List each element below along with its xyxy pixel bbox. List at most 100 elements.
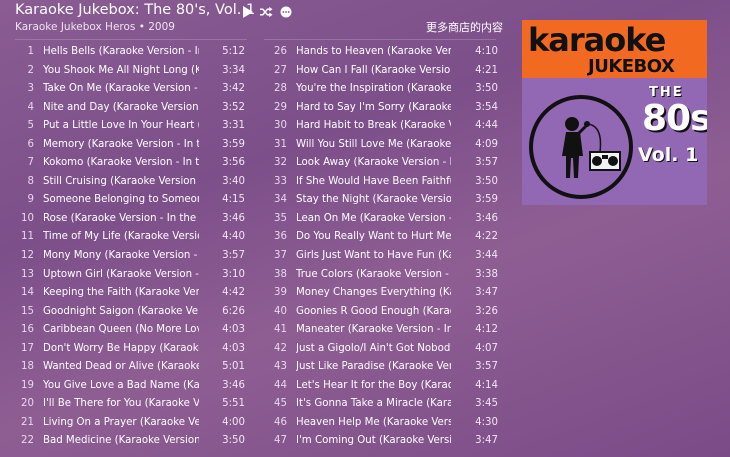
- track-name: Nite and Day (Karaoke Version -...: [43, 101, 199, 113]
- track-row[interactable]: 19 You Give Love a Bad Name (Kara... 3:46: [13, 380, 253, 399]
- track-duration: 3:50: [475, 175, 498, 187]
- track-row[interactable]: 38 True Colors (Karaoke Version - In... 3:…: [265, 269, 505, 288]
- track-row[interactable]: 12 Mony Mony (Karaoke Version - I... 3:57: [13, 250, 253, 269]
- album-cover[interactable]: karaoke JUKEBOX THE 80s Vol. 1: [522, 20, 707, 205]
- track-row[interactable]: 32 Look Away (Karaoke Version - In... 3:57: [265, 157, 505, 176]
- track-number: 47: [274, 435, 287, 447]
- track-number: 9: [27, 194, 34, 206]
- track-duration: 3:38: [475, 268, 498, 280]
- track-row[interactable]: 34 Stay the Night (Karaoke Version... 3:59: [265, 194, 505, 213]
- track-row[interactable]: 13 Uptown Girl (Karaoke Version - I... 3:1…: [13, 269, 253, 288]
- track-list-right: 26Hands to Heaven (Karaoke Versi...4:102…: [265, 46, 505, 454]
- album-title: Karaoke Jukebox: The 80's, Vol. 1: [15, 2, 256, 18]
- track-duration: 4:30: [475, 416, 498, 428]
- track-duration: 3:52: [222, 101, 245, 113]
- track-row[interactable]: 31 Will You Still Love Me (Karaoke V... 4:…: [265, 139, 505, 158]
- track-duration: 4:09: [475, 138, 498, 150]
- more-icon[interactable]: [279, 5, 292, 18]
- track-number: 11: [21, 231, 34, 243]
- track-number: 10: [21, 212, 34, 224]
- track-duration: 3:56: [222, 157, 245, 169]
- track-duration: 3:57: [475, 361, 498, 373]
- track-number: 32: [274, 157, 287, 169]
- track-number: 31: [274, 138, 287, 150]
- track-duration: 3:31: [222, 120, 245, 132]
- track-name: I'll Be There for You (Karaoke Ver...: [43, 398, 199, 410]
- track-row[interactable]: 29 Hard to Say I'm Sorry (Karaoke V... 3:5…: [265, 102, 505, 121]
- track-number: 19: [21, 379, 34, 391]
- track-row[interactable]: 37 Girls Just Want to Have Fun (Kar... 3:4…: [265, 250, 505, 269]
- track-row[interactable]: 43 Just Like Paradise (Karaoke Versi... 3:…: [265, 361, 505, 380]
- track-name: Still Cruising (Karaoke Version - I...: [43, 175, 199, 187]
- track-row[interactable]: 26 Hands to Heaven (Karaoke Versi... 4:10: [265, 46, 505, 65]
- track-row[interactable]: 8 Still Cruising (Karaoke Version - I... 3…: [13, 176, 253, 195]
- track-row[interactable]: 10 Rose (Karaoke Version - In the St... 3:…: [13, 213, 253, 232]
- track-duration: 3:57: [475, 157, 498, 169]
- track-duration: 4:14: [475, 379, 498, 391]
- track-duration: 4:42: [222, 287, 245, 299]
- track-row[interactable]: 44 Let's Hear It for the Boy (Karaoke... 4…: [265, 380, 505, 399]
- track-row[interactable]: 42 Just a Gigolo/I Ain't Got Nobody... 4:0…: [265, 343, 505, 362]
- track-row[interactable]: 45 It's Gonna Take a Miracle (Karao... 3:4…: [265, 398, 505, 417]
- track-number: 22: [21, 435, 34, 447]
- track-number: 12: [21, 250, 34, 262]
- track-duration: 3:46: [222, 212, 245, 224]
- track-row[interactable]: 14 Keeping the Faith (Karaoke Versi... 4:4…: [13, 287, 253, 306]
- track-row[interactable]: 15 Goodnight Saigon (Karaoke Versi... 6:26: [13, 306, 253, 325]
- more-store-content-link[interactable]: 更多商店的内容: [426, 19, 503, 35]
- track-row[interactable]: 28 You're the Inspiration (Karaoke V... 3:…: [265, 83, 505, 102]
- track-duration: 4:00: [222, 416, 245, 428]
- track-row[interactable]: 2 You Shook Me All Night Long (K... 3:34: [13, 65, 253, 84]
- track-number: 33: [274, 175, 287, 187]
- track-number: 43: [274, 361, 287, 373]
- track-name: Mony Mony (Karaoke Version - I...: [43, 250, 199, 262]
- track-row[interactable]: 39 Money Changes Everything (Kara... 3:47: [265, 287, 505, 306]
- cover-volume: Vol. 1: [638, 144, 699, 166]
- track-row[interactable]: 27 How Can I Fall (Karaoke Version... 4:21: [265, 65, 505, 84]
- track-name: You Shook Me All Night Long (K...: [43, 64, 199, 76]
- track-row[interactable]: 16 Caribbean Queen (No More Love... 4:03: [13, 324, 253, 343]
- track-duration: 4:44: [475, 120, 498, 132]
- track-row[interactable]: 36 Do You Really Want to Hurt Me (... 4:22: [265, 231, 505, 250]
- track-row[interactable]: 7 Kokomo (Karaoke Version - In th... 3:56: [13, 157, 253, 176]
- track-row[interactable]: 9 Someone Belonging to Someone... 4:15: [13, 194, 253, 213]
- track-row[interactable]: 22 Bad Medicine (Karaoke Version -... 3:50: [13, 435, 253, 454]
- track-number: 4: [27, 101, 34, 113]
- divider-left: [15, 39, 247, 40]
- track-duration: 3:46: [475, 212, 498, 224]
- track-row[interactable]: 40 Goonies R Good Enough (Karaok... 3:26: [265, 306, 505, 325]
- track-name: Hands to Heaven (Karaoke Versi...: [296, 46, 451, 57]
- track-name: It's Gonna Take a Miracle (Karao...: [296, 398, 451, 410]
- track-row[interactable]: 47 I'm Coming Out (Karaoke Versio... 3:47: [265, 435, 505, 454]
- track-duration: 4:40: [222, 231, 245, 243]
- cover-word-80s: 80s: [642, 98, 707, 139]
- track-name: Someone Belonging to Someone...: [43, 194, 199, 206]
- track-row[interactable]: 6 Memory (Karaoke Version - In th... 3:59: [13, 139, 253, 158]
- track-row[interactable]: 21 Living On a Prayer (Karaoke Versi... 4:…: [13, 417, 253, 436]
- track-name: Maneater (Karaoke Version - In t...: [296, 324, 451, 336]
- track-row[interactable]: 5 Put a Little Love In Your Heart (K... 3:…: [13, 120, 253, 139]
- track-duration: 4:03: [222, 342, 245, 354]
- track-row[interactable]: 30 Hard Habit to Break (Karaoke Ve... 4:44: [265, 120, 505, 139]
- track-number: 7: [27, 157, 34, 169]
- track-row[interactable]: 4 Nite and Day (Karaoke Version -... 3:52: [13, 102, 253, 121]
- play-icon[interactable]: [241, 5, 254, 18]
- track-name: Rose (Karaoke Version - In the St...: [43, 212, 199, 224]
- track-name: Stay the Night (Karaoke Version...: [296, 194, 451, 206]
- track-name: Uptown Girl (Karaoke Version - I...: [43, 268, 199, 280]
- shuffle-icon[interactable]: [260, 5, 273, 18]
- track-row[interactable]: 41 Maneater (Karaoke Version - In t... 4:1…: [265, 324, 505, 343]
- track-number: 21: [21, 416, 34, 428]
- track-row[interactable]: 20 I'll Be There for You (Karaoke Ver... 5…: [13, 398, 253, 417]
- track-row[interactable]: 17 Don't Worry Be Happy (Karaoke... 4:03: [13, 343, 253, 362]
- track-row[interactable]: 1 Hells Bells (Karaoke Version - In t... 5…: [13, 46, 253, 65]
- track-row[interactable]: 3 Take On Me (Karaoke Version - I... 3:42: [13, 83, 253, 102]
- track-number: 34: [274, 194, 287, 206]
- track-row[interactable]: 11 Time of My Life (Karaoke Version... 4:4…: [13, 231, 253, 250]
- track-name: Just a Gigolo/I Ain't Got Nobody...: [296, 342, 451, 354]
- track-row[interactable]: 33 If She Would Have Been Faithful... 3:50: [265, 176, 505, 195]
- track-row[interactable]: 35 Lean On Me (Karaoke Version - I... 3:46: [265, 213, 505, 232]
- track-row[interactable]: 46 Heaven Help Me (Karaoke Versio... 4:30: [265, 417, 505, 436]
- track-row[interactable]: 18 Wanted Dead or Alive (Karaoke... 5:01: [13, 361, 253, 380]
- track-name: I'm Coming Out (Karaoke Versio...: [296, 435, 451, 447]
